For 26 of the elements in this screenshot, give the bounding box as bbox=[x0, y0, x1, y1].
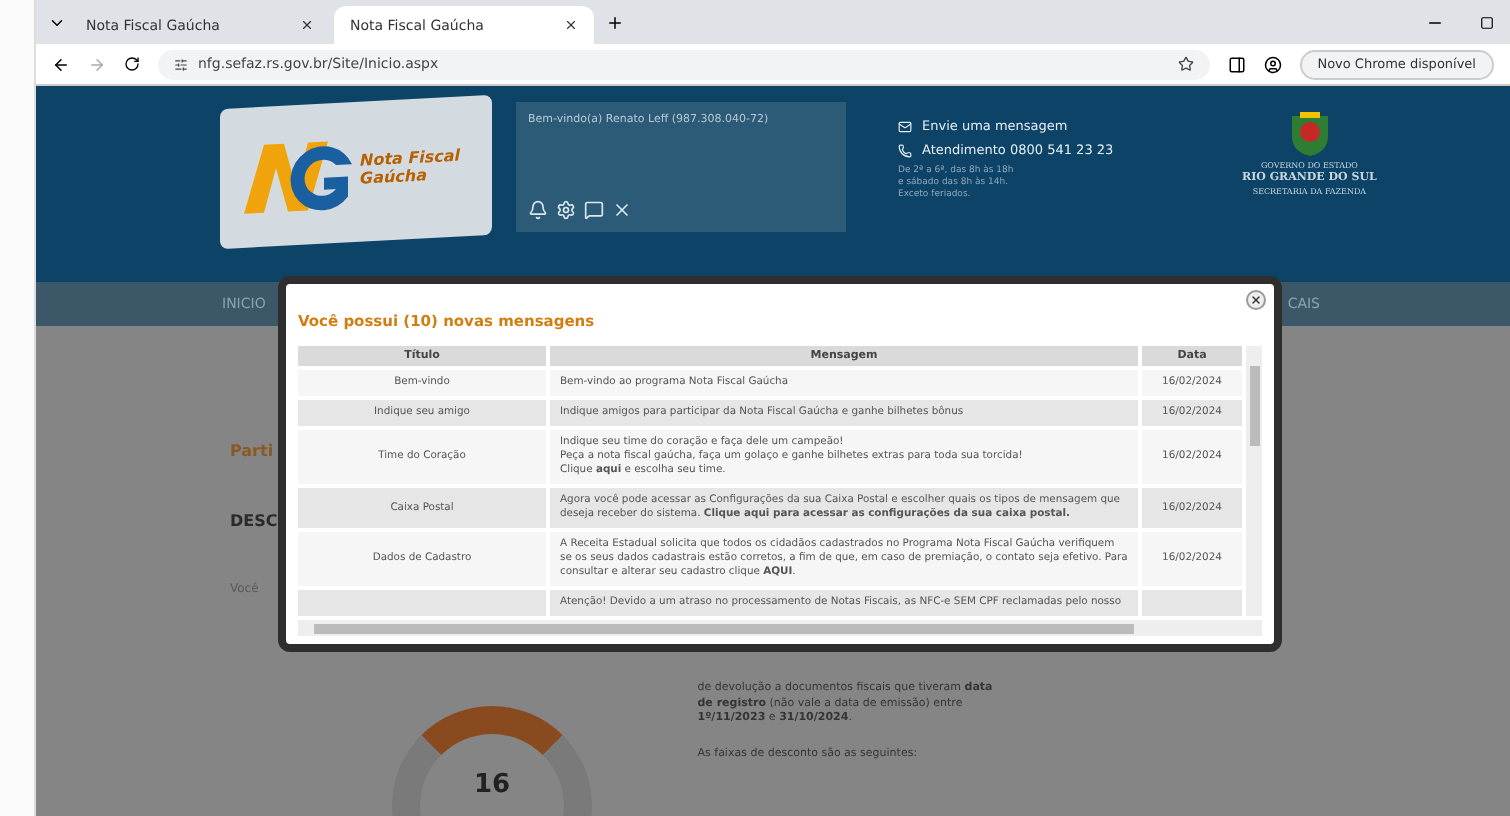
logo-subtitle: Gaúcha bbox=[360, 166, 429, 190]
donut-value: 16 bbox=[473, 770, 511, 804]
close-icon[interactable] bbox=[564, 18, 578, 32]
section-heading: DESC bbox=[230, 512, 278, 530]
side-panel-icon[interactable] bbox=[1227, 55, 1246, 73]
vertical-scrollbar[interactable] bbox=[1246, 346, 1262, 617]
coat-of-arms-icon bbox=[1287, 110, 1332, 158]
site-settings-icon bbox=[174, 57, 188, 71]
message-icon[interactable] bbox=[584, 200, 604, 220]
settings-icon[interactable] bbox=[556, 200, 576, 220]
section-heading: Parti bbox=[230, 442, 276, 460]
mail-icon bbox=[898, 119, 912, 133]
phone-icon bbox=[898, 143, 912, 157]
close-button[interactable] bbox=[1246, 290, 1266, 310]
bell-icon[interactable] bbox=[528, 200, 548, 220]
close-icon bbox=[1250, 294, 1262, 306]
close-icon[interactable] bbox=[300, 18, 314, 32]
back-icon[interactable] bbox=[52, 55, 70, 73]
bookmark-star-icon[interactable] bbox=[1177, 56, 1194, 72]
logo-title: Nota Fiscal bbox=[360, 148, 461, 171]
maximize-icon[interactable] bbox=[1480, 15, 1494, 29]
profile-icon[interactable] bbox=[1263, 55, 1282, 73]
reload-icon[interactable] bbox=[124, 56, 140, 72]
horizontal-scrollbar[interactable] bbox=[298, 620, 1262, 637]
new-tab-icon[interactable] bbox=[606, 13, 624, 31]
close-icon[interactable] bbox=[612, 200, 632, 220]
